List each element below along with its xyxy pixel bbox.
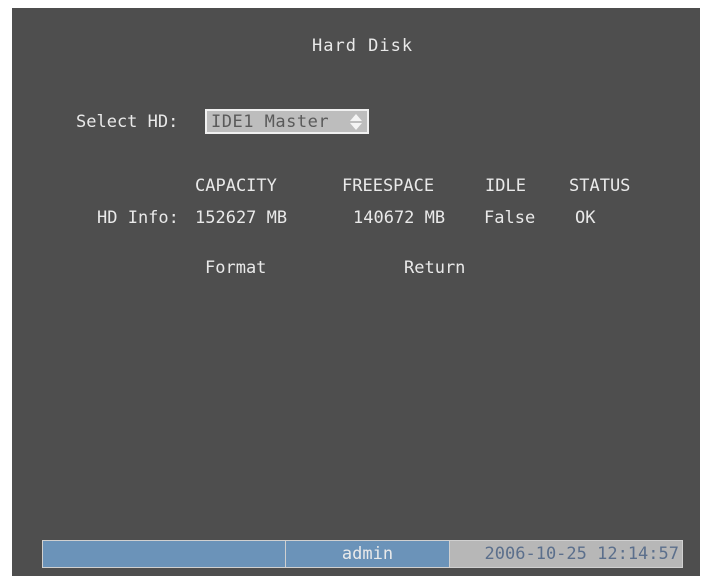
column-header-status: STATUS — [569, 176, 631, 196]
idle-value: False — [484, 208, 536, 228]
status-value: OK — [575, 208, 596, 228]
page-title: Hard Disk — [312, 36, 414, 56]
status-bar-blank — [42, 540, 286, 568]
hd-select-value: IDE1 Master — [211, 111, 330, 132]
hd-info-label: HD Info: — [97, 208, 179, 228]
up-down-arrows-icon — [350, 114, 362, 130]
status-bar-user: admin — [286, 540, 450, 568]
return-button[interactable]: Return — [404, 258, 465, 278]
status-bar: admin 2006-10-25 12:14:57 — [42, 540, 683, 568]
format-button[interactable]: Format — [205, 258, 266, 278]
freespace-value: 140672 MB — [353, 208, 446, 228]
column-header-freespace: FREESPACE — [342, 176, 435, 196]
select-hd-label: Select HD: — [76, 112, 179, 132]
hd-select[interactable]: IDE1 Master — [205, 109, 369, 134]
column-header-idle: IDLE — [485, 176, 526, 196]
capacity-value: 152627 MB — [195, 208, 288, 228]
dvr-screen: Hard Disk Select HD: IDE1 Master CAPACIT… — [12, 8, 700, 576]
column-header-capacity: CAPACITY — [195, 176, 277, 196]
status-bar-datetime: 2006-10-25 12:14:57 — [450, 540, 683, 568]
